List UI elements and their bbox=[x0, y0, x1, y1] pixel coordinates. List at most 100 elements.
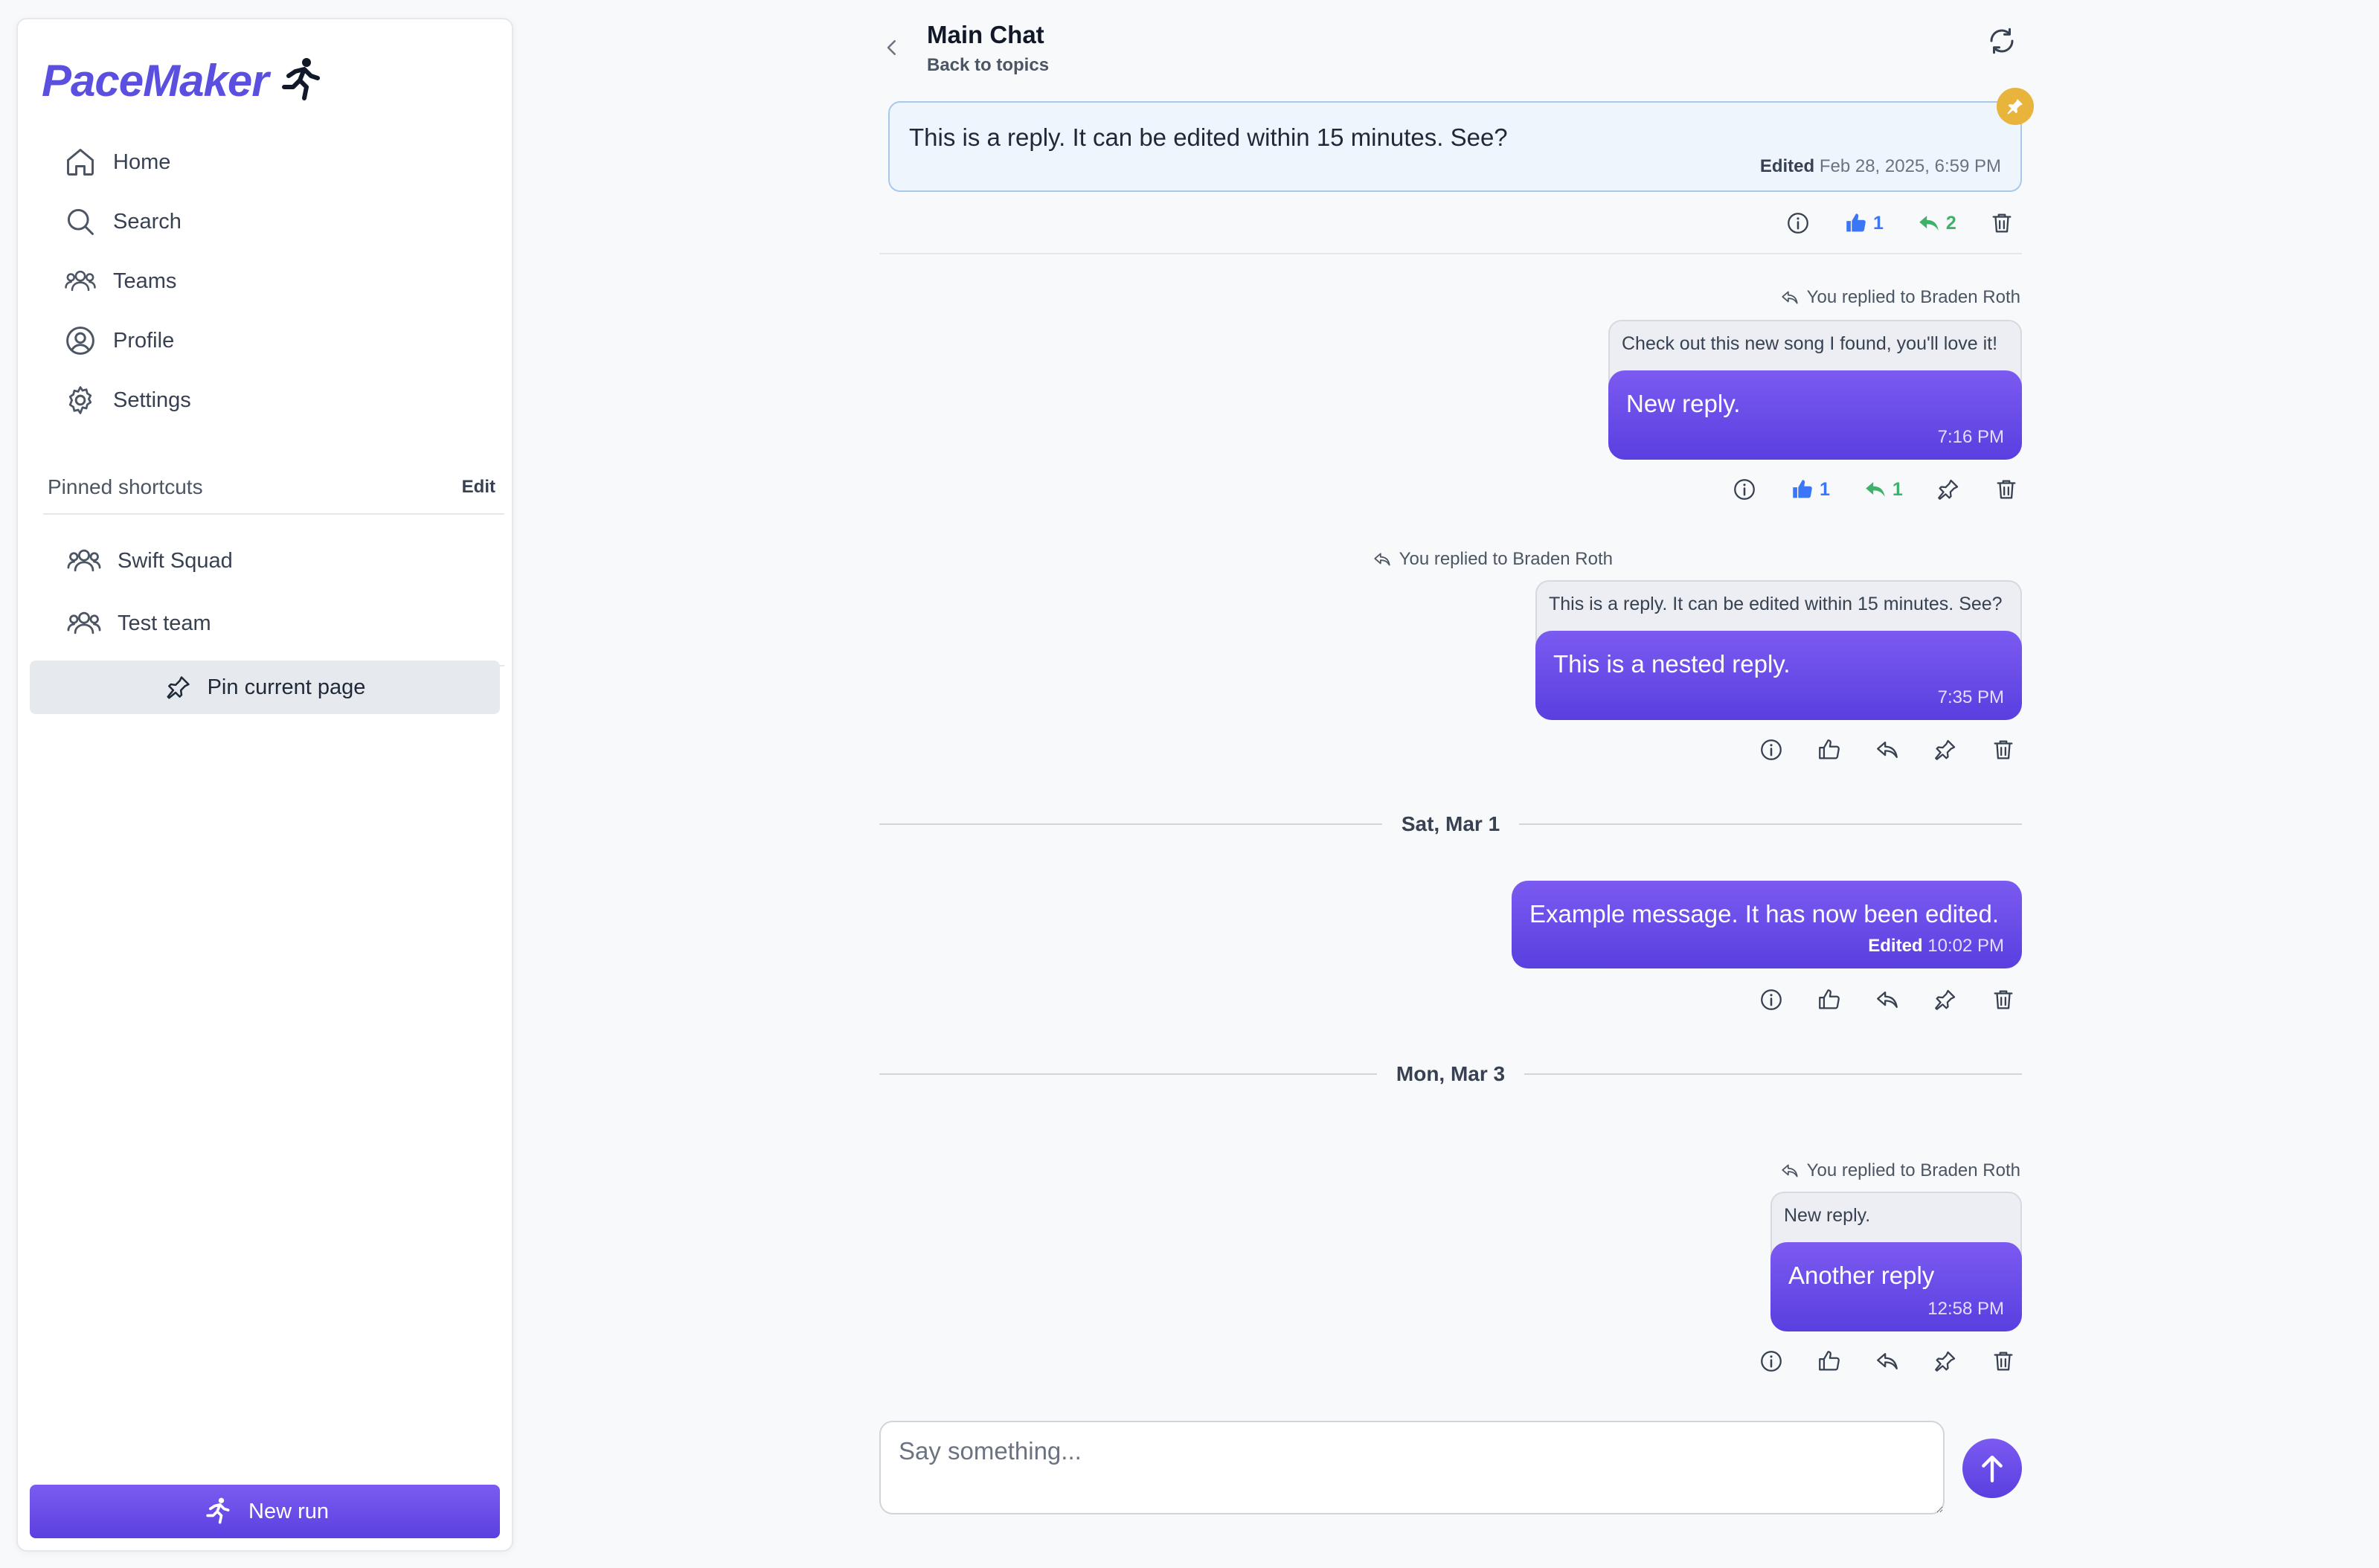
thumbs-up-icon bbox=[1790, 477, 1815, 502]
reply-icon bbox=[1780, 1161, 1800, 1180]
delete-button[interactable] bbox=[1989, 211, 2014, 236]
reply-button[interactable]: 1 bbox=[1863, 477, 1903, 502]
message-bubble[interactable]: New reply. 7:16 PM bbox=[1608, 370, 2022, 460]
reply-button[interactable] bbox=[1875, 737, 1900, 762]
pinned-badge[interactable] bbox=[1997, 88, 2034, 125]
like-button[interactable] bbox=[1817, 1349, 1842, 1374]
like-count: 1 bbox=[1873, 212, 1884, 234]
delete-button[interactable] bbox=[1994, 477, 2019, 502]
sidebar: PaceMaker Home Search Teams Profile Sett… bbox=[16, 18, 513, 1552]
reply-button[interactable] bbox=[1875, 987, 1900, 1012]
message-bubble[interactable]: This is a nested reply. 7:35 PM bbox=[1535, 631, 2022, 720]
like-button[interactable]: 1 bbox=[1790, 477, 1830, 502]
quoted-text: This is a reply. It can be edited within… bbox=[1549, 594, 2003, 614]
message-text: This is a reply. It can be edited within… bbox=[909, 123, 1508, 151]
info-button[interactable] bbox=[1785, 211, 1811, 236]
nav-item-label: Settings bbox=[113, 388, 191, 412]
pinned-item-label: Swift Squad bbox=[118, 548, 233, 573]
app-logo[interactable]: PaceMaker bbox=[42, 46, 327, 115]
replied-to-text: You replied to Braden Roth bbox=[1806, 287, 2020, 307]
reply-icon bbox=[1916, 211, 1942, 236]
pinned-shortcuts-title: Pinned shortcuts bbox=[48, 475, 203, 498]
users-icon bbox=[65, 544, 103, 577]
pin-current-page-button[interactable]: Pin current page bbox=[30, 661, 500, 714]
message-bubble[interactable]: Example message. It has now been edited.… bbox=[1512, 881, 2022, 968]
back-to-topics-link[interactable]: Back to topics bbox=[927, 55, 1049, 76]
trash-icon bbox=[1991, 987, 2016, 1012]
main-nav: Home Search Teams Profile Settings bbox=[48, 132, 494, 430]
chat-title: Main Chat bbox=[927, 21, 1044, 48]
reply-button[interactable]: 2 bbox=[1916, 211, 1956, 236]
nav-item-home[interactable]: Home bbox=[48, 132, 494, 192]
edit-pinned-button[interactable]: Edit bbox=[462, 477, 504, 498]
message-text: This is a nested reply. bbox=[1553, 650, 1791, 678]
info-button[interactable] bbox=[1732, 477, 1757, 502]
message-actions bbox=[1759, 1346, 2016, 1376]
pin-icon bbox=[1933, 987, 1958, 1012]
message-time: 10:02 PM bbox=[1927, 936, 2004, 956]
pin-button[interactable] bbox=[1933, 987, 1958, 1012]
delete-button[interactable] bbox=[1991, 737, 2016, 762]
like-button[interactable] bbox=[1817, 737, 1842, 762]
info-icon bbox=[1732, 477, 1757, 502]
delete-button[interactable] bbox=[1991, 1349, 2016, 1374]
thumbs-up-icon bbox=[1817, 737, 1842, 762]
message-text: New reply. bbox=[1626, 390, 1741, 417]
runner-icon bbox=[273, 54, 327, 107]
nav-item-label: Profile bbox=[113, 328, 175, 353]
users-icon bbox=[65, 607, 103, 640]
message-input[interactable] bbox=[879, 1421, 1945, 1514]
info-button[interactable] bbox=[1759, 987, 1784, 1012]
pin-icon bbox=[1933, 737, 1958, 762]
delete-button[interactable] bbox=[1991, 987, 2016, 1012]
message-text: Another reply bbox=[1788, 1262, 1935, 1289]
like-button[interactable] bbox=[1817, 987, 1842, 1012]
logo-text: PaceMaker bbox=[42, 55, 269, 106]
replied-to-text: You replied to Braden Roth bbox=[1806, 1160, 2020, 1180]
info-icon bbox=[1785, 211, 1811, 236]
pin-icon bbox=[1936, 477, 1961, 502]
user-circle-icon bbox=[64, 324, 97, 357]
like-count: 1 bbox=[1820, 478, 1830, 500]
pinned-item-swift-squad[interactable]: Swift Squad bbox=[48, 530, 494, 592]
nav-item-label: Search bbox=[113, 209, 182, 234]
reply-icon bbox=[1780, 288, 1800, 307]
pin-button[interactable] bbox=[1933, 737, 1958, 762]
reply-button[interactable] bbox=[1875, 1349, 1900, 1374]
thumbs-up-icon bbox=[1817, 1349, 1842, 1374]
edited-label: Edited bbox=[1868, 936, 1923, 956]
arrow-up-icon bbox=[1980, 1453, 2005, 1483]
thumbs-up-icon bbox=[1843, 211, 1869, 236]
pin-icon bbox=[2005, 96, 2026, 117]
info-button[interactable] bbox=[1759, 737, 1784, 762]
nav-item-settings[interactable]: Settings bbox=[48, 370, 494, 430]
pin-icon bbox=[1933, 1349, 1958, 1374]
pin-button[interactable] bbox=[1936, 477, 1961, 502]
replied-to-text: You replied to Braden Roth bbox=[1399, 549, 1613, 569]
refresh-icon[interactable] bbox=[1986, 25, 2017, 57]
pinned-item-test-team[interactable]: Test team bbox=[48, 592, 494, 655]
send-button[interactable] bbox=[1962, 1439, 2022, 1498]
like-button[interactable]: 1 bbox=[1843, 211, 1884, 236]
reply-count: 1 bbox=[1892, 478, 1903, 500]
info-icon bbox=[1759, 1349, 1784, 1374]
nav-item-search[interactable]: Search bbox=[48, 192, 494, 251]
reply-icon bbox=[1875, 1349, 1900, 1374]
new-run-button[interactable]: New run bbox=[30, 1485, 500, 1538]
info-button[interactable] bbox=[1759, 1349, 1784, 1374]
nav-item-profile[interactable]: Profile bbox=[48, 311, 494, 370]
message-bubble[interactable]: Another reply 12:58 PM bbox=[1770, 1242, 2022, 1331]
info-icon bbox=[1759, 737, 1784, 762]
home-icon bbox=[64, 146, 97, 179]
nav-item-teams[interactable]: Teams bbox=[48, 251, 494, 311]
reply-icon bbox=[1372, 550, 1392, 569]
pinned-shortcuts-list: Swift Squad Test team bbox=[48, 530, 494, 655]
pin-button[interactable] bbox=[1933, 1349, 1958, 1374]
replied-to-label: You replied to Braden Roth bbox=[1780, 1160, 2020, 1181]
trash-icon bbox=[1991, 1349, 2016, 1374]
back-chevron-icon[interactable] bbox=[881, 33, 903, 62]
date-label: Sat, Mar 1 bbox=[1401, 812, 1500, 835]
edited-label: Edited bbox=[1759, 156, 1815, 176]
new-run-label: New run bbox=[248, 1499, 329, 1523]
users-icon bbox=[64, 265, 97, 298]
